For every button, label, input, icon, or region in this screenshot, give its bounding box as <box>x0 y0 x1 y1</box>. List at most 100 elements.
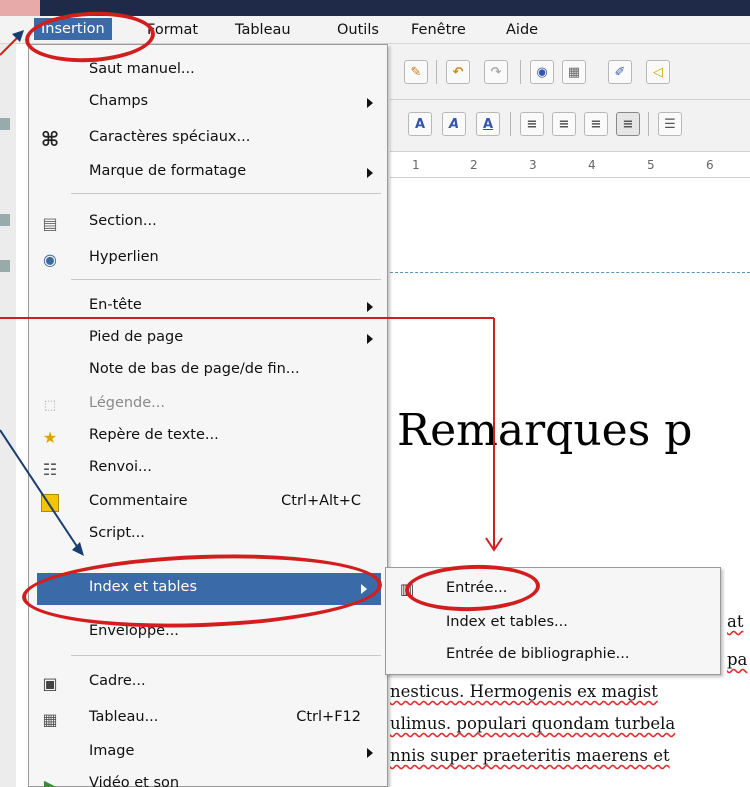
submenu-arrow-icon <box>367 98 373 108</box>
find-icon[interactable]: ◁ <box>646 60 670 84</box>
section-icon: ▤ <box>42 213 58 233</box>
menu-item-label: Pied de page <box>89 329 184 345</box>
submenu-item-index-et-tables[interactable]: Index et tables... <box>386 608 720 638</box>
ruler-tick: 5 <box>647 158 655 172</box>
menu-item-label: Section... <box>89 213 157 229</box>
ruler-tick: 1 <box>412 158 420 172</box>
menu-item-shortcut: Ctrl+F12 <box>296 709 361 725</box>
window-title-strip <box>0 0 750 16</box>
cross-reference-icon: ☷ <box>42 459 58 479</box>
index-entry-icon: ▥ <box>399 580 415 598</box>
toolbar-separator <box>520 60 521 84</box>
menu-item-pied-de-page[interactable]: Pied de page <box>29 323 387 355</box>
submenu-arrow-icon <box>367 334 373 344</box>
align-left-icon[interactable]: ≡ <box>520 112 544 136</box>
justify-icon[interactable]: ≡ <box>616 112 640 136</box>
draw-functions-icon[interactable]: ✐ <box>608 60 632 84</box>
menu-item-label: Vidéo et son <box>89 775 180 787</box>
submenu-item-entree-de-bibliographie[interactable]: Entrée de bibliographie... <box>386 640 720 670</box>
toolbar-separator <box>648 112 649 136</box>
ruler-tick: 4 <box>588 158 596 172</box>
menu-item-label: Index et tables <box>89 579 198 595</box>
menu-item-image[interactable]: Image <box>29 737 387 769</box>
table-icon: ▦ <box>42 709 58 729</box>
bookmark-icon: ★ <box>42 427 58 447</box>
toolbar-separator <box>436 60 437 84</box>
menu-item-label: Hyperlien <box>89 249 159 265</box>
menu-format[interactable]: Format <box>147 22 198 38</box>
index-et-tables-submenu: ▥ Entrée... Index et tables... Entrée de… <box>385 567 721 675</box>
ruler-tick: 2 <box>470 158 478 172</box>
document-text-line[interactable]: at <box>727 612 743 631</box>
header-boundary <box>390 272 750 273</box>
menu-item-label: Marque de formatage <box>89 163 247 179</box>
table-toolbar-icon[interactable]: ▦ <box>562 60 586 84</box>
menu-item-caracteres-speciaux[interactable]: ⌘ Caractères spéciaux... <box>29 123 387 155</box>
align-right-icon[interactable]: ≡ <box>584 112 608 136</box>
toolbar-separator <box>510 112 511 136</box>
menu-fenetre[interactable]: Fenêtre <box>411 22 466 38</box>
left-edge-icon <box>0 260 10 272</box>
menu-item-saut-manuel[interactable]: Saut manuel... <box>29 55 387 87</box>
menu-item-tableau[interactable]: ▦ Tableau... Ctrl+F12 <box>29 703 387 735</box>
menu-item-label: Caractères spéciaux... <box>89 129 251 145</box>
submenu-arrow-icon <box>367 168 373 178</box>
menu-item-enveloppe[interactable]: Enveloppe... <box>29 617 387 649</box>
menu-item-label: Champs <box>89 93 149 109</box>
horizontal-ruler[interactable]: 1 2 3 4 5 6 <box>390 152 750 178</box>
standard-toolbar: ✎ ↶ ↷ ◉ ▦ ✐ ◁ <box>390 44 750 100</box>
menu-item-note-de-bas-de-page[interactable]: Note de bas de page/de fin... <box>29 355 387 387</box>
document-text-line[interactable]: ulimus. populari quondam turbela <box>390 714 675 733</box>
menu-item-shortcut: Ctrl+Alt+C <box>281 493 361 509</box>
font-color-icon[interactable]: A <box>476 112 500 136</box>
left-edge-icon <box>0 214 10 226</box>
document-text-line[interactable]: nnis super praeteritis maerens et <box>390 746 670 765</box>
menu-item-cadre[interactable]: ▣ Cadre... <box>29 667 387 699</box>
hyperlink-toolbar-icon[interactable]: ◉ <box>530 60 554 84</box>
command-icon: ⌘ <box>40 127 60 151</box>
document-text-line[interactable]: nesticus. Hermogenis ex magist <box>390 682 658 701</box>
menu-item-label: Cadre... <box>89 673 146 689</box>
menu-tableau[interactable]: Tableau <box>235 22 291 38</box>
font-shadow-icon[interactable]: A <box>408 112 432 136</box>
submenu-item-label: Entrée de bibliographie... <box>446 646 630 662</box>
align-center-icon[interactable]: ≡ <box>552 112 576 136</box>
menu-item-legende[interactable]: ⬚ Légende... <box>29 389 387 421</box>
menu-item-section[interactable]: ▤ Section... <box>29 207 387 239</box>
ruler-tick: 6 <box>706 158 714 172</box>
menu-item-index-et-tables[interactable]: Index et tables <box>37 573 381 605</box>
menu-item-en-tete[interactable]: En-tête <box>29 291 387 323</box>
menu-item-video-et-son[interactable]: ▶ Vidéo et son <box>29 769 387 787</box>
menu-aide[interactable]: Aide <box>506 22 538 38</box>
comment-icon <box>39 492 61 514</box>
document-text-line[interactable]: pa <box>727 650 747 669</box>
menu-item-champs[interactable]: Champs <box>29 87 387 119</box>
menu-separator <box>71 193 381 194</box>
menu-item-marque-de-formatage[interactable]: Marque de formatage <box>29 157 387 189</box>
menu-item-label: Commentaire <box>89 493 188 509</box>
menu-item-label: Image <box>89 743 135 759</box>
submenu-arrow-icon <box>367 748 373 758</box>
numbering-icon[interactable]: ☰ <box>658 112 682 136</box>
menu-separator <box>71 655 381 656</box>
menu-item-label: Légende... <box>89 395 166 411</box>
menu-item-commentaire[interactable]: Commentaire Ctrl+Alt+C <box>29 487 387 519</box>
insertion-menu: Saut manuel... Champs ⌘ Caractères spéci… <box>28 44 388 787</box>
menu-item-repere-de-texte[interactable]: ★ Repère de texte... <box>29 421 387 453</box>
submenu-item-entree[interactable]: ▥ Entrée... <box>386 574 720 604</box>
menu-item-label: Note de bas de page/de fin... <box>89 361 300 377</box>
annotation-arrowhead <box>485 537 503 552</box>
document-title[interactable]: Remarques p <box>397 405 692 456</box>
clone-format-icon[interactable]: ✎ <box>404 60 428 84</box>
redo-icon[interactable]: ↷ <box>484 60 508 84</box>
font-outline-icon[interactable]: A <box>442 112 466 136</box>
undo-icon[interactable]: ↶ <box>446 60 470 84</box>
menu-item-label: Enveloppe... <box>89 623 179 639</box>
menu-item-script[interactable]: Script... <box>29 519 387 551</box>
menu-insertion[interactable]: Insertion <box>34 18 112 40</box>
menu-item-label: En-tête <box>89 297 142 313</box>
menu-item-renvoi[interactable]: ☷ Renvoi... <box>29 453 387 485</box>
menu-item-hyperlien[interactable]: ◉ Hyperlien <box>29 243 387 275</box>
menu-outils[interactable]: Outils <box>337 22 379 38</box>
submenu-item-label: Entrée... <box>446 580 508 596</box>
